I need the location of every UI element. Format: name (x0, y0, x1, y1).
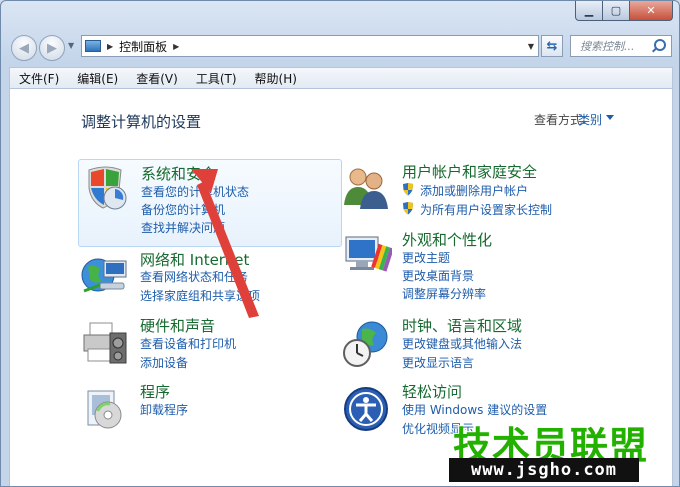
category-title[interactable]: 时钟、语言和区域 (402, 315, 522, 336)
breadcrumb-control-panel[interactable]: 控制面板 (119, 38, 167, 55)
category-title[interactable]: 轻松访问 (402, 381, 462, 402)
forward-button[interactable]: ▶ (39, 35, 65, 61)
category-clock-language-region[interactable]: 时钟、语言和区域 更改键盘或其他输入法 更改显示语言 (340, 315, 630, 375)
menu-file[interactable]: 文件(F) (10, 70, 68, 87)
breadcrumb-chevron-icon[interactable]: ▶ (173, 42, 179, 51)
watermark-url: www.jsgho.com (449, 458, 639, 482)
address-dropdown-icon[interactable]: ▼ (528, 42, 534, 51)
view-by-dropdown[interactable]: 类别 (578, 111, 602, 128)
link-change-theme[interactable]: 更改主题 (402, 249, 450, 266)
breadcrumb-chevron-icon[interactable]: ▶ (107, 42, 113, 51)
link-parental-controls[interactable]: 为所有用户设置家长控制 (420, 201, 552, 218)
network-icon (81, 258, 127, 293)
link-add-device[interactable]: 添加设备 (140, 354, 188, 371)
category-user-accounts[interactable]: 用户帐户和家庭安全 添加或删除用户帐户 为所有用户设置家长控制 (340, 159, 630, 225)
maximize-button[interactable]: ▢ (603, 1, 630, 21)
uac-shield-icon (403, 183, 413, 196)
link-uninstall-program[interactable]: 卸载程序 (140, 401, 188, 418)
caption-buttons: ▁ ▢ ✕ (575, 1, 673, 21)
address-bar[interactable]: ▶ 控制面板 ▶ ▼ (81, 35, 539, 57)
category-title[interactable]: 网络和 Internet (140, 249, 249, 270)
category-network-internet[interactable]: 网络和 Internet 查看网络状态和任务 选择家庭组和共享选项 (78, 247, 340, 313)
arrow-right-icon: ▶ (47, 40, 57, 56)
category-title[interactable]: 系统和安全 (141, 163, 216, 184)
category-hardware-sound[interactable]: 硬件和声音 查看设备和打印机 添加设备 (78, 315, 340, 375)
link-check-computer-status[interactable]: 查看您的计算机状态 (141, 183, 249, 200)
minimize-button[interactable]: ▁ (575, 1, 603, 21)
recent-pages-dropdown[interactable]: ▼ (68, 41, 74, 50)
category-appearance[interactable]: 外观和个性化 更改主题 更改桌面背景 调整屏幕分辨率 (340, 227, 630, 301)
category-title[interactable]: 外观和个性化 (402, 229, 492, 250)
category-programs[interactable]: 程序 卸载程序 (78, 381, 340, 435)
link-troubleshoot[interactable]: 查找并解决问题 (141, 219, 225, 236)
link-change-display-language[interactable]: 更改显示语言 (402, 354, 474, 371)
dropdown-arrow-icon[interactable] (606, 115, 614, 120)
link-devices-printers[interactable]: 查看设备和打印机 (140, 335, 236, 352)
control-panel-icon (85, 40, 101, 52)
menu-bar: 文件(F) 编辑(E) 查看(V) 工具(T) 帮助(H) (9, 67, 673, 89)
back-button[interactable]: ◀ (11, 35, 37, 61)
link-change-input-method[interactable]: 更改键盘或其他输入法 (402, 335, 522, 352)
category-title[interactable]: 用户帐户和家庭安全 (402, 161, 537, 182)
category-title[interactable]: 程序 (140, 381, 170, 402)
control-panel-window: ▁ ▢ ✕ ◀ ▶ ▼ ▶ 控制面板 ▶ ▼ ⇆ 搜索控制... 文件(F) 编… (0, 0, 680, 487)
menu-help[interactable]: 帮助(H) (246, 70, 306, 87)
address-row: ◀ ▶ ▼ ▶ 控制面板 ▶ ▼ ⇆ 搜索控制... (1, 31, 679, 61)
link-backup-computer[interactable]: 备份您的计算机 (141, 201, 225, 218)
menu-view[interactable]: 查看(V) (127, 70, 187, 87)
search-box[interactable]: 搜索控制... (570, 35, 672, 57)
shield-icon (88, 166, 127, 210)
users-icon (344, 168, 388, 209)
close-button[interactable]: ✕ (630, 1, 673, 21)
search-input[interactable]: 搜索控制... (580, 38, 635, 54)
link-desktop-background[interactable]: 更改桌面背景 (402, 267, 474, 284)
search-icon[interactable] (654, 39, 666, 51)
link-network-status[interactable]: 查看网络状态和任务 (140, 268, 248, 285)
link-add-remove-users[interactable]: 添加或删除用户帐户 (420, 182, 528, 199)
page-title: 调整计算机的设置 (81, 113, 202, 131)
link-homegroup-sharing[interactable]: 选择家庭组和共享选项 (140, 287, 260, 304)
menu-tools[interactable]: 工具(T) (187, 70, 246, 87)
monitor-icon (345, 236, 392, 272)
arrow-left-icon: ◀ (19, 40, 29, 56)
ease-of-access-icon (344, 387, 388, 431)
menu-edit[interactable]: 编辑(E) (68, 70, 127, 87)
link-screen-resolution[interactable]: 调整屏幕分辨率 (402, 285, 486, 302)
uac-shield-icon (403, 202, 413, 215)
category-title[interactable]: 硬件和声音 (140, 315, 215, 336)
clock-globe-icon (343, 321, 388, 367)
programs-icon (87, 390, 122, 429)
refresh-button[interactable]: ⇆ (541, 35, 563, 57)
printer-icon (83, 322, 127, 364)
category-system-security[interactable]: 系统和安全 查看您的计算机状态 备份您的计算机 查找并解决问题 (78, 159, 342, 247)
refresh-icon: ⇆ (546, 38, 558, 54)
